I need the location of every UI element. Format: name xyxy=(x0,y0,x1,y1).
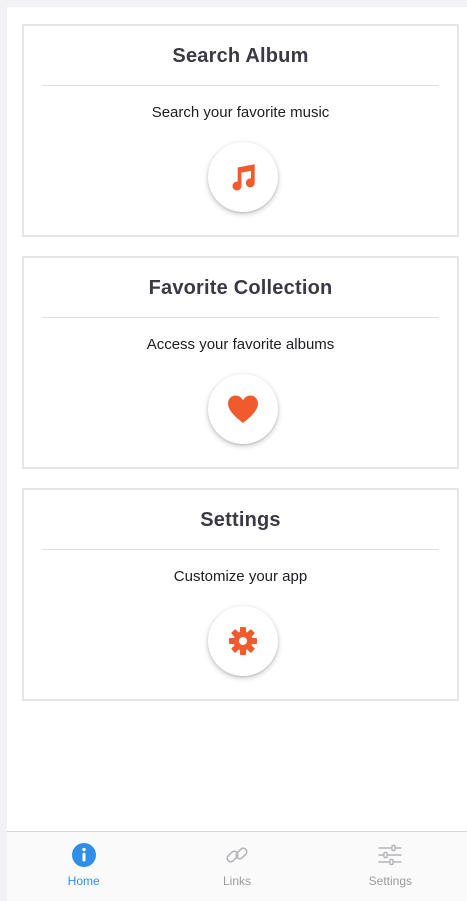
settings-card: Settings Customize your app xyxy=(22,488,459,701)
music-note-icon xyxy=(232,164,255,191)
card-title: Search Album xyxy=(172,45,309,67)
tab-settings[interactable]: Settings xyxy=(314,832,467,901)
sliders-icon xyxy=(378,844,403,866)
settings-button[interactable] xyxy=(208,606,278,676)
tab-label: Links xyxy=(222,874,251,888)
heart-icon xyxy=(228,395,258,423)
search-album-card: Search Album Search your favorite music xyxy=(22,24,459,237)
app-screen: Search Album Search your favorite music … xyxy=(7,7,467,901)
card-divider xyxy=(42,85,439,86)
tab-label: Settings xyxy=(368,874,412,888)
favorite-collection-button[interactable] xyxy=(208,374,278,444)
favorite-collection-card: Favorite Collection Access your favorite… xyxy=(22,256,459,469)
card-subtitle: Access your favorite albums xyxy=(146,336,335,353)
card-subtitle: Customize your app xyxy=(173,568,308,585)
info-icon xyxy=(71,843,96,867)
tab-home[interactable]: Home xyxy=(7,832,160,901)
card-divider xyxy=(42,317,439,318)
card-subtitle: Search your favorite music xyxy=(151,104,330,121)
tab-label: Home xyxy=(67,874,100,888)
card-title: Favorite Collection xyxy=(148,277,333,299)
link-icon xyxy=(226,847,248,863)
card-divider xyxy=(42,549,439,550)
tab-links[interactable]: Links xyxy=(160,832,313,901)
gear-icon xyxy=(229,627,257,655)
bottom-tab-bar: Home Links Settings xyxy=(7,831,467,901)
search-album-button[interactable] xyxy=(208,142,278,212)
card-title: Settings xyxy=(200,509,281,531)
